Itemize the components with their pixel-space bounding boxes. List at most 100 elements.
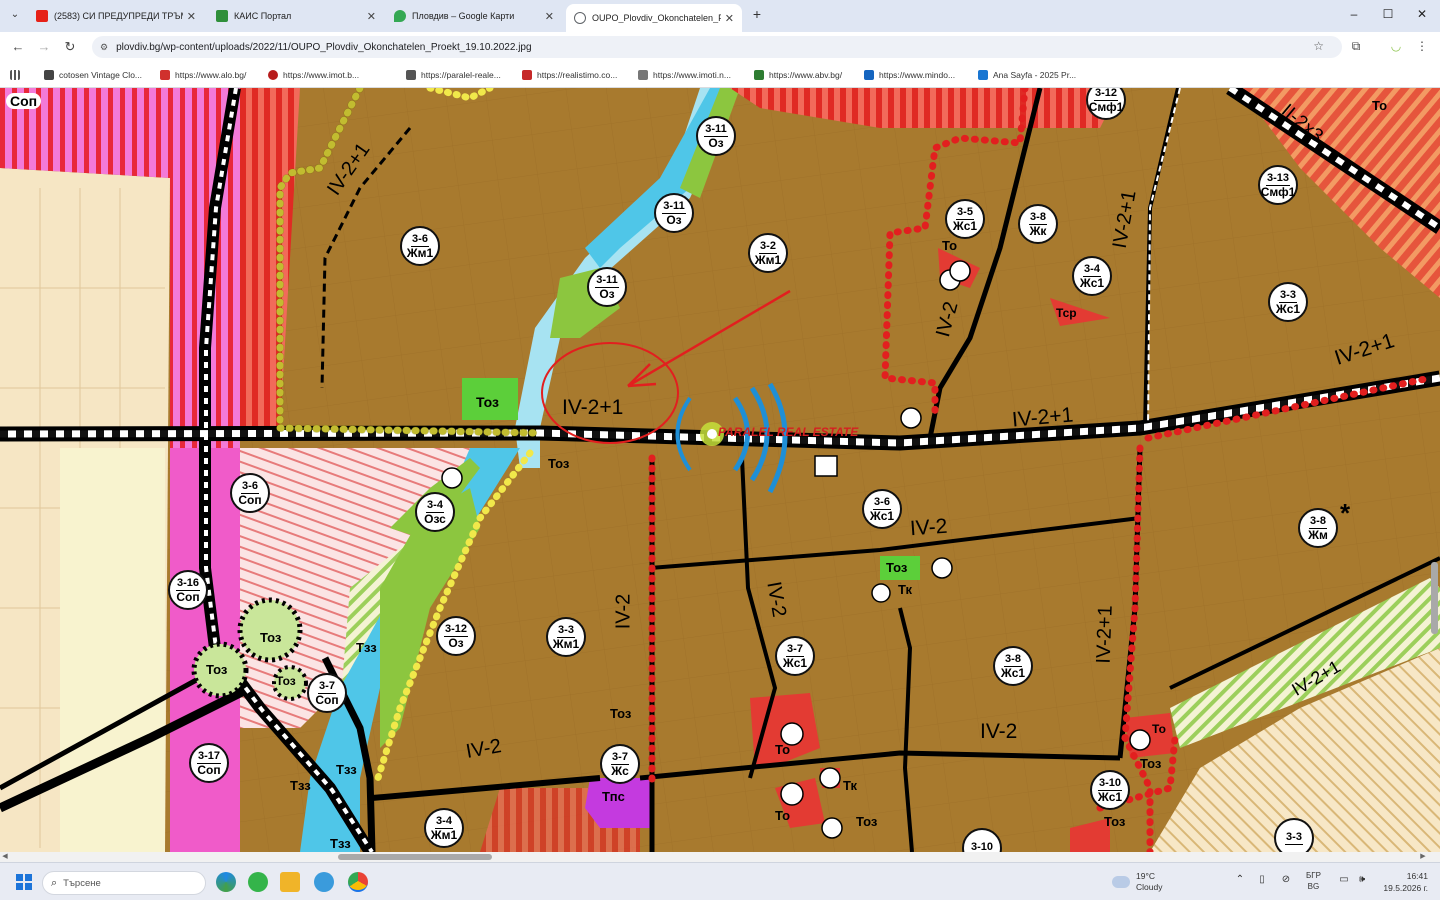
bookmark-favicon-icon <box>160 70 170 80</box>
tab-title: (2583) СИ ПРЕДУПРЕДИ ТРЪМ <box>54 11 183 21</box>
road-class-label: IV-2+1 <box>562 396 624 419</box>
system-clock[interactable]: 16:41 19.5.2026 г. <box>1378 870 1428 894</box>
zoning-map-image[interactable]: 3-6 Жм1 3-11 Оз 3-11 Оз 3-11 Оз 3-2 Жм1 3-5 Жс1 3-8 Ж… <box>0 88 1440 852</box>
bookmark-favicon-icon <box>406 70 416 80</box>
vertical-scrollbar-thumb[interactable] <box>1431 562 1438 634</box>
whatsapp-icon[interactable] <box>248 872 268 892</box>
youtube-icon <box>36 10 48 22</box>
language-indicator[interactable]: БГР BG <box>1306 870 1321 892</box>
scrollbar-thumb[interactable] <box>338 854 492 860</box>
zone-label-toz: Тоз <box>476 394 499 410</box>
maps-pin-icon <box>394 10 406 22</box>
url-text[interactable]: plovdiv.bg/wp-content/uploads/2022/11/OU… <box>116 42 531 53</box>
network-icon[interactable]: ⊘ <box>1278 874 1294 885</box>
bookmark-item[interactable]: cotosen Vintage Clo... <box>44 68 142 82</box>
road-class-label: IV-2+1 <box>1092 604 1117 665</box>
paralel-real-estate-label: PARALEL REAL ESTATE <box>718 425 859 439</box>
zone-label-toz: Тоз <box>548 456 570 471</box>
clock-time: 16:41 <box>1406 871 1428 881</box>
bookmark-item[interactable]: https://www.imot.b... <box>268 68 359 82</box>
apps-grid-icon[interactable] <box>10 68 25 82</box>
zone-label-to: То <box>1372 98 1388 113</box>
zone-label-toz: Тоз <box>886 560 908 575</box>
zone-label-to: То <box>1152 722 1166 736</box>
tab-title: OUPO_Plovdiv_Okonchatelen_P <box>592 13 721 23</box>
zone-label-toz: Тоз <box>856 814 878 829</box>
tab-close-icon[interactable]: ✕ <box>545 10 554 23</box>
zone-corner-label: Соп <box>6 93 42 109</box>
zone-label-tk: Тк <box>898 582 912 597</box>
tab-kais[interactable]: КАИС Портал ✕ <box>208 4 384 28</box>
menu-kebab-icon[interactable]: ⋮ <box>1412 39 1432 53</box>
bookmark-favicon-icon <box>44 70 54 80</box>
bookmark-item[interactable]: https://www.abv.bg/ <box>754 68 842 82</box>
bookmark-item[interactable]: https://realistimo.co... <box>522 68 617 82</box>
tab-youtube[interactable]: (2583) СИ ПРЕДУПРЕДИ ТРЪМ ✕ <box>28 4 204 28</box>
taskbar-search-box[interactable]: ⌕ Търсене <box>42 871 206 895</box>
battery-icon[interactable]: ▯ <box>1254 874 1270 885</box>
chevron-up-icon[interactable]: ⌃ <box>1232 874 1248 885</box>
zone-label-tzz: Тзз <box>356 640 377 655</box>
chrome-icon[interactable] <box>348 872 368 892</box>
minimize-button[interactable]: – <box>1342 7 1366 21</box>
edge-browser-icon[interactable] <box>216 872 236 892</box>
kais-icon <box>216 10 228 22</box>
bookmarks-bar: cotosen Vintage Clo... https://www.alo.b… <box>0 62 1440 88</box>
road-class-label: IV-2 <box>612 593 635 630</box>
new-tab-button[interactable]: + <box>748 6 766 22</box>
display-icon[interactable]: ▭ <box>1336 874 1352 885</box>
road-class-label: IV-2 <box>932 299 963 340</box>
zone-label-toz: Тоз <box>1104 814 1126 829</box>
tab-close-icon[interactable]: ✕ <box>187 10 196 23</box>
tab-close-icon[interactable]: ✕ <box>367 10 376 23</box>
bookmark-star-icon[interactable]: ☆ <box>1313 39 1324 53</box>
bookmark-item[interactable]: https://www.imoti.n... <box>638 68 731 82</box>
tab-google-maps[interactable]: Пловдив – Google Карти ✕ <box>386 4 562 28</box>
site-info-icon[interactable]: ⚙ <box>100 42 108 53</box>
road-class-label: IV-2 <box>464 735 504 763</box>
tab-search-button[interactable]: ⌄ <box>6 6 24 24</box>
maximize-button[interactable]: ☐ <box>1376 7 1400 21</box>
address-bar[interactable]: ⚙ plovdiv.bg/wp-content/uploads/2022/11/… <box>92 36 1342 58</box>
close-window-button[interactable]: ✕ <box>1410 7 1434 21</box>
volume-icon[interactable]: 🕪 <box>1354 874 1370 885</box>
road-class-label: IV-2 <box>909 514 949 541</box>
file-explorer-icon[interactable] <box>280 872 300 892</box>
map-text-layer: Соп IV-2+1 IV-2+1 IV-2+1 IV-2+1 IV-2+1 I… <box>0 88 1440 852</box>
browser-toolbar: ← → ↻ ⚙ plovdiv.bg/wp-content/uploads/20… <box>0 32 1440 62</box>
bookmark-item[interactable]: https://www.mindo... <box>864 68 955 82</box>
scroll-left-icon[interactable]: ◀ <box>0 852 10 862</box>
profile-icon[interactable]: ◡ <box>1386 39 1406 53</box>
bookmark-favicon-icon <box>978 70 988 80</box>
weather-widget[interactable]: 19°C Cloudy <box>1112 871 1162 893</box>
search-placeholder: Търсене <box>63 877 101 889</box>
road-class-label: IV-2 <box>980 720 1018 743</box>
bookmark-item[interactable]: Ana Sayfa - 2025 Pr... <box>978 68 1076 82</box>
windows-taskbar: ⌕ Търсене 19°C Cloudy ⌃ ▯ ⊘ БГР BG ▭ 🕪 1… <box>0 862 1440 900</box>
zone-label-toz: Тоз <box>610 706 632 721</box>
back-arrow-icon[interactable]: ← <box>8 38 28 56</box>
horizontal-scrollbar[interactable]: ◀ ▶ <box>0 852 1440 862</box>
tab-close-icon[interactable]: ✕ <box>725 12 734 25</box>
zone-label-tzz: Тзз <box>336 762 357 777</box>
windows-start-icon[interactable] <box>16 874 32 890</box>
bookmark-favicon-icon <box>754 70 764 80</box>
bookmark-favicon-icon <box>268 70 278 80</box>
clock-date: 19.5.2026 г. <box>1383 883 1428 893</box>
scroll-right-icon[interactable]: ▶ <box>1418 852 1428 862</box>
zone-label-to: То <box>775 808 791 823</box>
reload-icon[interactable]: ↻ <box>60 38 80 56</box>
tab-oupo-plovdiv[interactable]: OUPO_Plovdiv_Okonchatelen_P ✕ <box>566 4 742 32</box>
photos-app-icon[interactable] <box>314 872 334 892</box>
weather-temperature: 19°C <box>1136 871 1155 881</box>
forward-arrow-icon[interactable]: → <box>34 38 54 56</box>
zone-label-toz: Тоз <box>276 674 296 688</box>
extensions-icon[interactable]: ⧉ <box>1346 39 1366 54</box>
zone-label-toz: Тоз <box>1140 756 1162 771</box>
bookmark-item[interactable]: https://www.alo.bg/ <box>160 68 246 82</box>
zone-label-toz: Тоз <box>206 662 228 677</box>
bookmark-favicon-icon <box>864 70 874 80</box>
road-class-label: IV-2+1 <box>1288 656 1344 700</box>
zone-label-to: То <box>942 238 958 253</box>
bookmark-item[interactable]: https://paralel-reale... <box>406 68 501 82</box>
